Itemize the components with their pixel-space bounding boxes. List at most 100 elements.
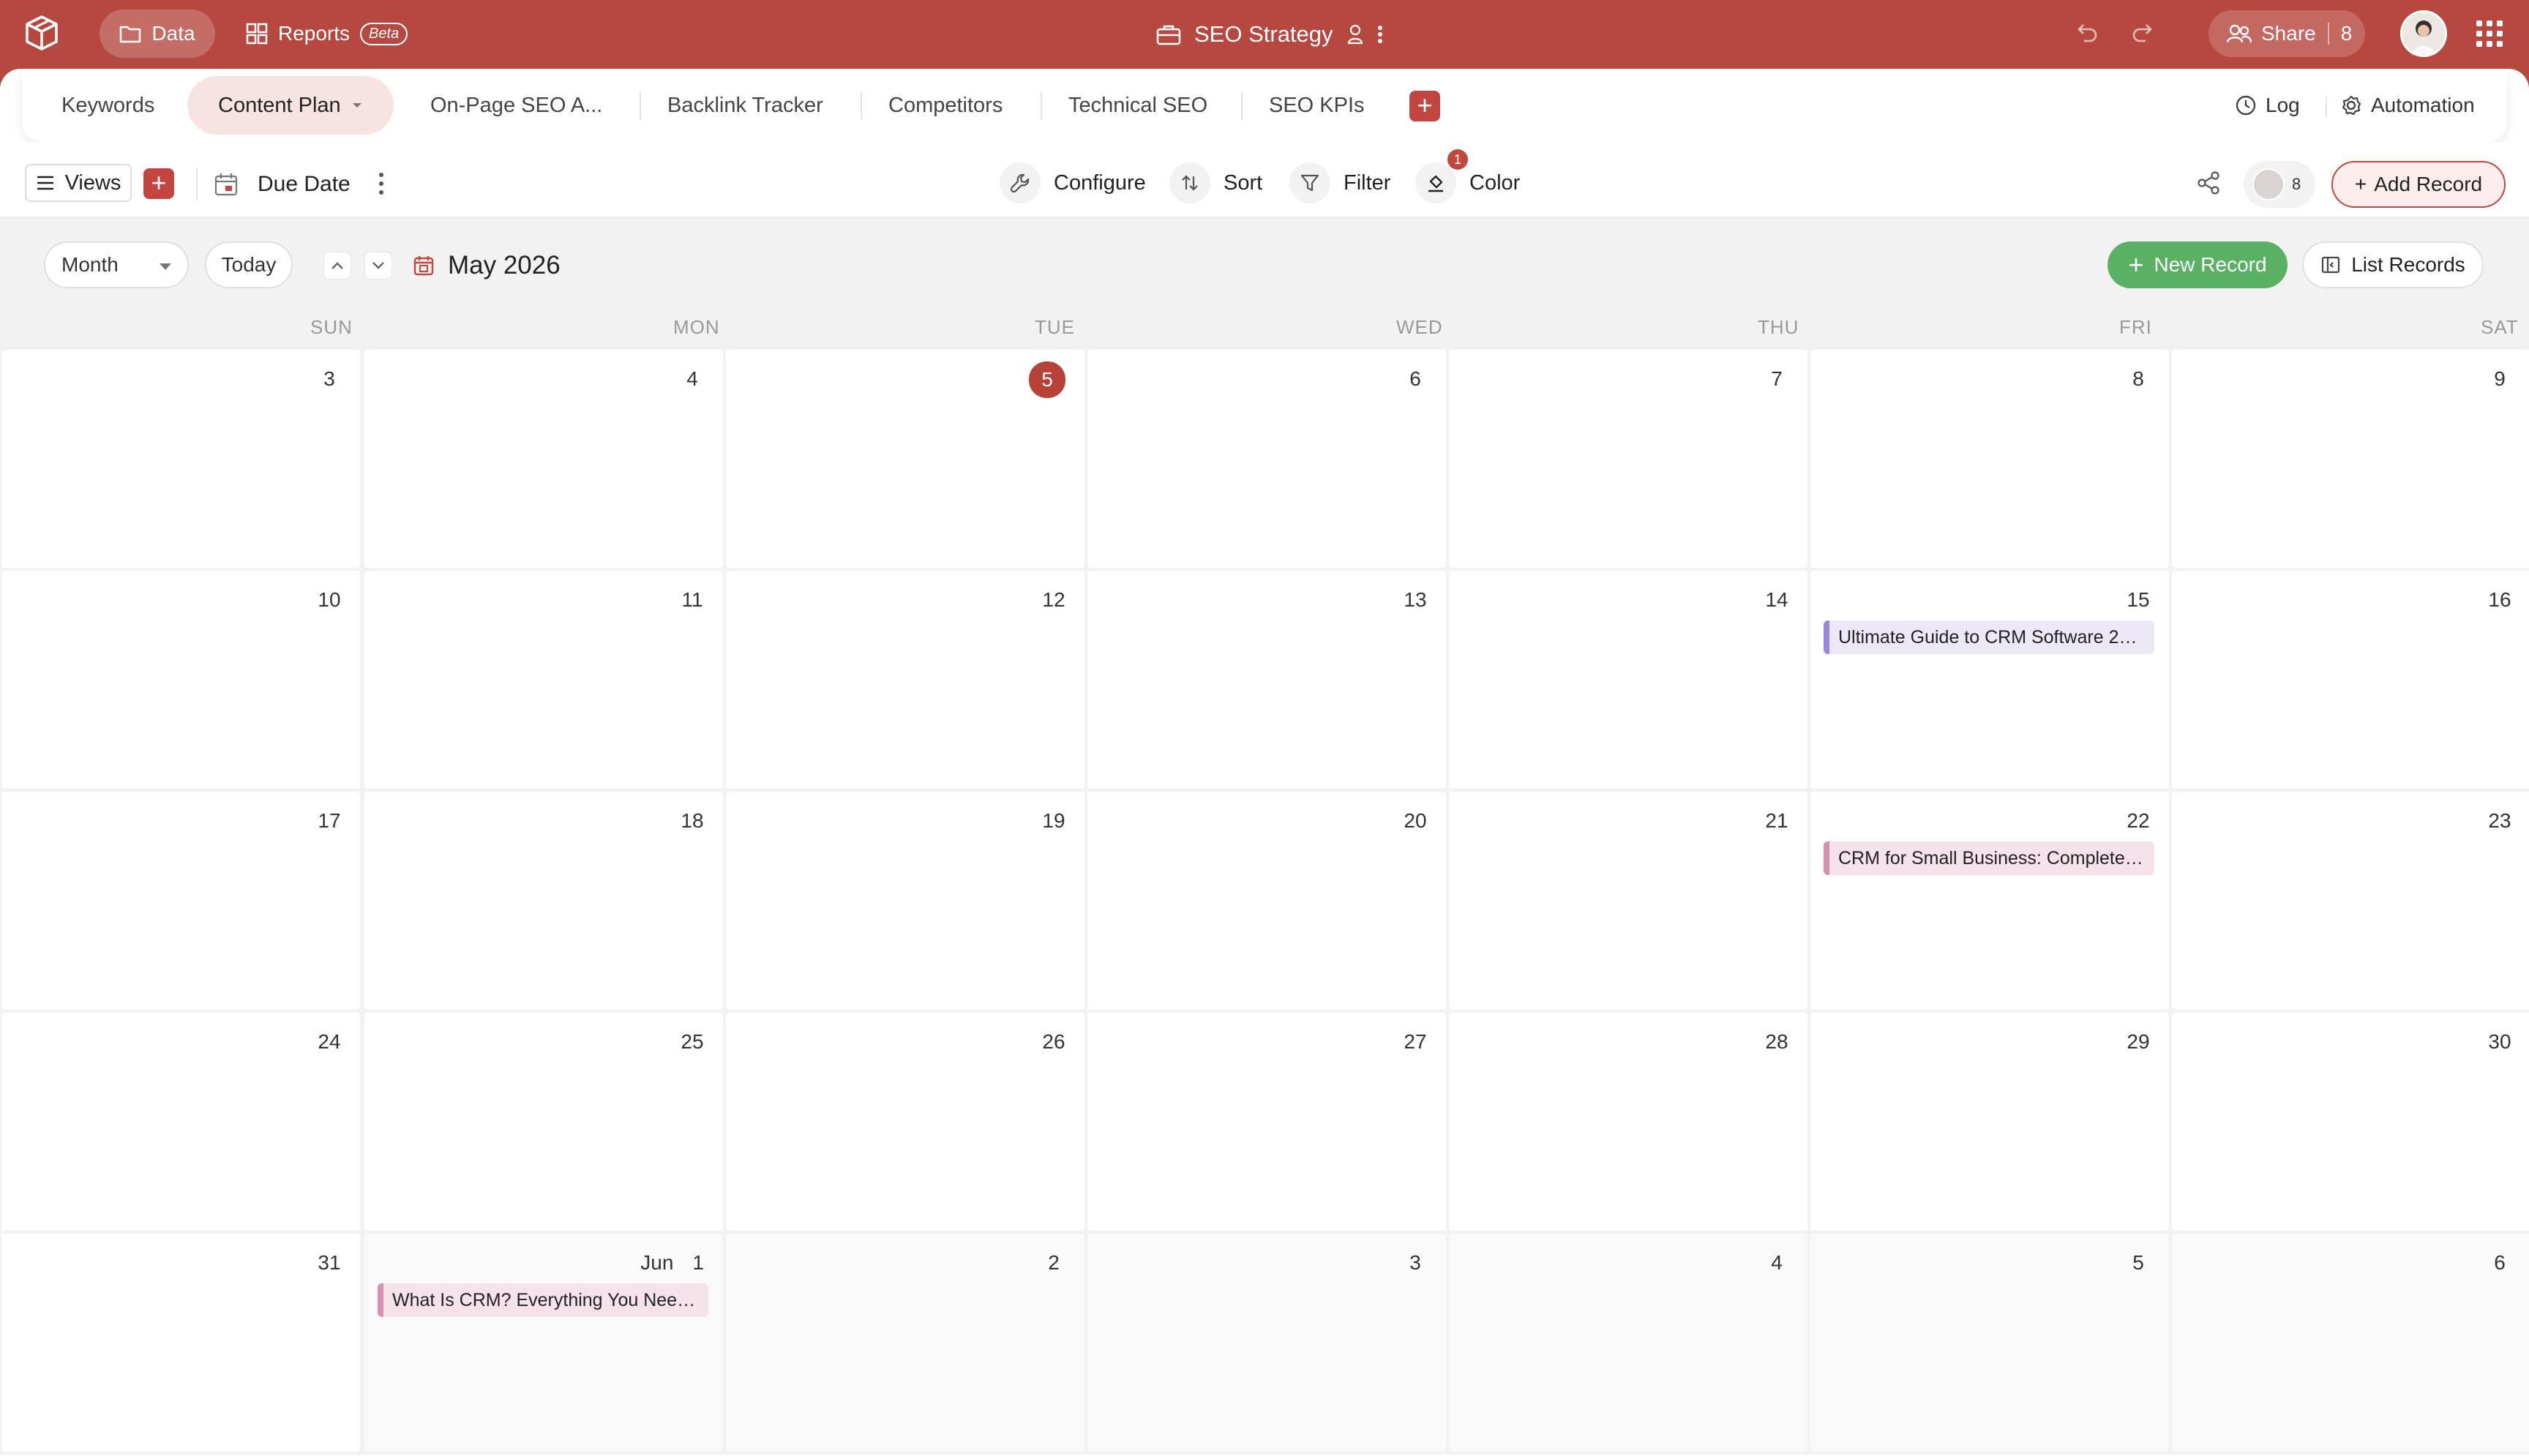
- user-avatar[interactable]: [2400, 10, 2447, 57]
- calendar-day-cell[interactable]: 13: [1087, 571, 1446, 789]
- calendar-day-cell[interactable]: 21: [1449, 792, 1807, 1010]
- calendar-day-cell[interactable]: 28: [1449, 1013, 1807, 1231]
- calendar-day-cell[interactable]: 20: [1087, 792, 1446, 1010]
- menu-icon: [37, 176, 53, 190]
- today-button[interactable]: Today: [205, 241, 293, 288]
- calendar-day-cell[interactable]: 19: [726, 792, 1084, 1010]
- day-number: 3: [312, 361, 347, 397]
- calendar-day-cell[interactable]: 22 CRM for Small Business: Complete…: [1810, 792, 2169, 1010]
- calendar-day-cell[interactable]: 5: [1810, 1234, 2169, 1452]
- day-number: 25: [675, 1024, 710, 1059]
- calendar-day-cell[interactable]: 29: [1810, 1013, 2169, 1231]
- log-button[interactable]: Log: [2235, 85, 2300, 126]
- weekday-label: FRI: [2119, 316, 2152, 338]
- views-button[interactable]: Views: [25, 164, 132, 202]
- calendar-day-cell[interactable]: 24: [1, 1013, 360, 1231]
- calendar-day-cell[interactable]: 12: [726, 571, 1084, 789]
- person-icon[interactable]: [1346, 23, 1364, 45]
- chevron-down-icon: [160, 263, 171, 270]
- calendar-day-cell[interactable]: 27: [1087, 1013, 1446, 1231]
- day-number-text: 3: [1409, 1251, 1421, 1274]
- share-nodes-icon[interactable]: [2195, 170, 2222, 196]
- nav-reports-button[interactable]: Reports Beta: [246, 10, 408, 58]
- sort-button[interactable]: Sort: [1169, 162, 1262, 203]
- calendar-day-cell[interactable]: 3: [1087, 1234, 1446, 1452]
- apps-grid-icon[interactable]: [2476, 20, 2503, 47]
- tab-competitors[interactable]: Competitors: [888, 76, 1003, 135]
- calendar-day-cell[interactable]: 6: [2172, 1234, 2529, 1452]
- calendar-day-cell[interactable]: 4: [364, 350, 723, 568]
- calendar-mode-select[interactable]: Month: [44, 241, 189, 288]
- calendar-day-cell[interactable]: 17: [1, 792, 360, 1010]
- calendar-day-cell[interactable]: 31: [1, 1234, 360, 1452]
- day-number: 28: [1759, 1024, 1794, 1059]
- tab-backlink-tracker[interactable]: Backlink Tracker: [667, 76, 823, 135]
- configure-button[interactable]: Configure: [1000, 162, 1146, 203]
- automation-button[interactable]: Automation: [2340, 85, 2475, 126]
- redo-icon[interactable]: [2131, 19, 2157, 45]
- list-records-button[interactable]: List Records: [2302, 241, 2484, 288]
- day-number-text: 25: [681, 1030, 704, 1053]
- more-vertical-icon[interactable]: [1377, 23, 1383, 45]
- calendar-day-cell[interactable]: 15 Ultimate Guide to CRM Software 2…: [1810, 571, 2169, 789]
- day-number-text: 20: [1404, 809, 1427, 832]
- base-title[interactable]: SEO Strategy: [1194, 21, 1333, 48]
- paint-bucket-icon: [1415, 162, 1456, 203]
- calendar-day-cell[interactable]: 4: [1449, 1234, 1807, 1452]
- calendar-event[interactable]: What Is CRM? Everything You Nee…: [378, 1283, 708, 1317]
- add-view-button[interactable]: +: [143, 168, 174, 199]
- calendar-day-cell[interactable]: 8: [1810, 350, 2169, 568]
- previous-month-button[interactable]: [323, 252, 351, 279]
- collaborator-count: 8: [2292, 175, 2301, 193]
- calendar-event[interactable]: Ultimate Guide to CRM Software 2…: [1824, 620, 2154, 654]
- day-number-text: 5: [2132, 1251, 2144, 1274]
- day-number: 31: [312, 1245, 347, 1280]
- calendar-day-cell[interactable]: 2: [726, 1234, 1084, 1452]
- collaborators[interactable]: 8: [2244, 161, 2315, 208]
- calendar-day-cell[interactable]: 26: [726, 1013, 1084, 1231]
- nav-data-button[interactable]: Data: [100, 10, 215, 58]
- tab-technical-seo[interactable]: Technical SEO: [1068, 76, 1207, 135]
- undo-icon[interactable]: [2072, 19, 2099, 45]
- share-button[interactable]: Share 8: [2208, 10, 2365, 57]
- calendar-day-cell[interactable]: 25: [364, 1013, 723, 1231]
- calendar-day-cell[interactable]: 7: [1449, 350, 1807, 568]
- tab-seo-kpis[interactable]: SEO KPIs: [1269, 76, 1365, 135]
- new-record-button[interactable]: + New Record: [2108, 241, 2288, 288]
- calendar-event[interactable]: CRM for Small Business: Complete…: [1824, 841, 2154, 875]
- calendar-day-cell[interactable]: 6: [1087, 350, 1446, 568]
- add-record-button[interactable]: + Add Record: [2331, 161, 2506, 208]
- day-number: 10: [312, 582, 347, 618]
- calendar-day-cell[interactable]: 9: [2172, 350, 2529, 568]
- sort-label: Sort: [1224, 170, 1263, 195]
- color-button[interactable]: Color: [1415, 162, 1520, 203]
- tab-on-page-seo[interactable]: On-Page SEO A...: [430, 76, 602, 135]
- app-logo-icon[interactable]: [22, 13, 61, 53]
- calendar-day-cell[interactable]: 30: [2172, 1013, 2529, 1231]
- calendar-day-cell[interactable]: 16: [2172, 571, 2529, 789]
- calendar-day-cell[interactable]: 10: [1, 571, 360, 789]
- weekday-label: THU: [1758, 316, 1799, 338]
- tab-keywords[interactable]: Keywords: [61, 76, 154, 135]
- calendar-day-cell[interactable]: 11: [364, 571, 723, 789]
- calendar-day-cell[interactable]: 3: [1, 350, 360, 568]
- calendar-day-cell[interactable]: 18: [364, 792, 723, 1010]
- calendar-day-cell[interactable]: 23: [2172, 792, 2529, 1010]
- day-number-text: 17: [318, 809, 341, 832]
- day-number: 15: [2121, 582, 2156, 618]
- base-title-area[interactable]: SEO Strategy: [1156, 12, 1383, 57]
- add-table-button[interactable]: +: [1409, 91, 1440, 121]
- day-number-text: 30: [2488, 1030, 2511, 1053]
- day-number-text: 6: [1409, 367, 1421, 390]
- current-view[interactable]: Due Date: [214, 164, 351, 205]
- calendar-day-cell[interactable]: 5: [726, 350, 1084, 568]
- next-month-button[interactable]: [364, 252, 392, 279]
- filter-button[interactable]: Filter: [1289, 162, 1390, 203]
- calendar-day-cell[interactable]: 14: [1449, 571, 1807, 789]
- view-more-icon[interactable]: [378, 170, 385, 199]
- tab-content-plan[interactable]: Content Plan: [187, 76, 394, 135]
- day-number-text: 4: [686, 367, 698, 390]
- calendar-day-cell[interactable]: Jun 1 What Is CRM? Everything You Nee…: [364, 1234, 723, 1452]
- sort-icon: [1169, 162, 1210, 203]
- wrench-icon: [1000, 162, 1041, 203]
